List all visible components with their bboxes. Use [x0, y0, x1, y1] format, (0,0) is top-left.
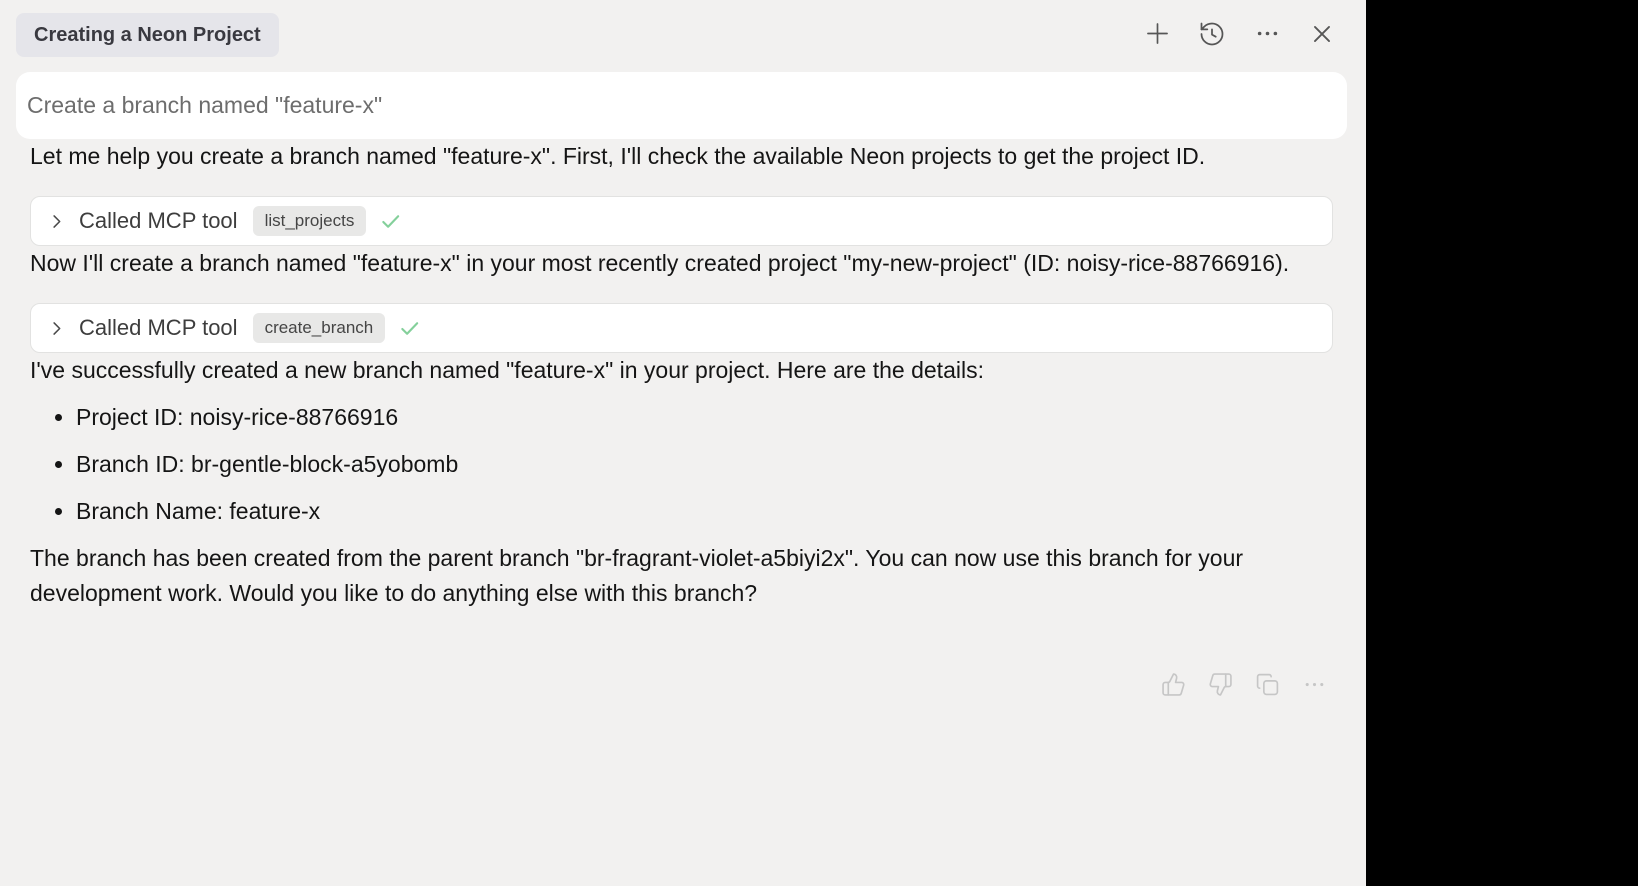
assistant-paragraph: Let me help you create a branch named "f…: [30, 139, 1347, 174]
ellipsis-icon: [1302, 672, 1327, 700]
message-more-button[interactable]: [1301, 673, 1327, 699]
list-item: Branch ID: br-gentle-block-a5yobomb: [76, 447, 1347, 482]
branch-details-list: Project ID: noisy-rice-88766916 Branch I…: [30, 400, 1347, 529]
thread-title[interactable]: Creating a Neon Project: [16, 13, 279, 57]
history-icon: [1198, 20, 1226, 51]
tool-call-label: Called MCP tool: [79, 315, 238, 341]
more-options-button[interactable]: [1253, 21, 1281, 49]
assistant-response: Let me help you create a branch named "f…: [30, 139, 1347, 699]
tool-call-label: Called MCP tool: [79, 208, 238, 234]
user-message-card[interactable]: Create a branch named "feature-x": [16, 72, 1347, 139]
close-icon: [1309, 21, 1335, 50]
thumbs-down-button[interactable]: [1207, 673, 1233, 699]
user-message-text: Create a branch named "feature-x": [27, 92, 382, 119]
copy-button[interactable]: [1254, 673, 1280, 699]
ellipsis-icon: [1254, 20, 1281, 50]
message-actions: [30, 673, 1347, 699]
check-icon: [379, 210, 402, 233]
thumbs-down-icon: [1208, 672, 1233, 700]
assistant-paragraph: I've successfully created a new branch n…: [30, 353, 1347, 388]
panel-header: Creating a Neon Project: [0, 0, 1366, 57]
history-button[interactable]: [1198, 21, 1226, 49]
list-item: Project ID: noisy-rice-88766916: [76, 400, 1347, 435]
close-button[interactable]: [1308, 21, 1336, 49]
tool-call-card-create-branch[interactable]: Called MCP tool create_branch: [30, 303, 1333, 353]
assistant-paragraph: The branch has been created from the par…: [30, 541, 1347, 611]
plus-icon: [1144, 20, 1171, 50]
new-thread-button[interactable]: [1143, 21, 1171, 49]
agent-panel: Creating a Neon Project: [0, 0, 1366, 886]
copy-icon: [1255, 672, 1280, 700]
thumbs-up-icon: [1161, 672, 1186, 700]
window-background-fill: [1366, 0, 1638, 886]
header-actions: [1143, 21, 1350, 49]
chevron-right-icon[interactable]: [47, 319, 66, 338]
tool-call-card-list-projects[interactable]: Called MCP tool list_projects: [30, 196, 1333, 246]
tool-name-badge: create_branch: [253, 313, 386, 343]
tool-name-badge: list_projects: [253, 206, 367, 236]
chevron-right-icon[interactable]: [47, 212, 66, 231]
check-icon: [398, 317, 421, 340]
list-item: Branch Name: feature-x: [76, 494, 1347, 529]
assistant-paragraph: Now I'll create a branch named "feature-…: [30, 246, 1347, 281]
thumbs-up-button[interactable]: [1160, 673, 1186, 699]
